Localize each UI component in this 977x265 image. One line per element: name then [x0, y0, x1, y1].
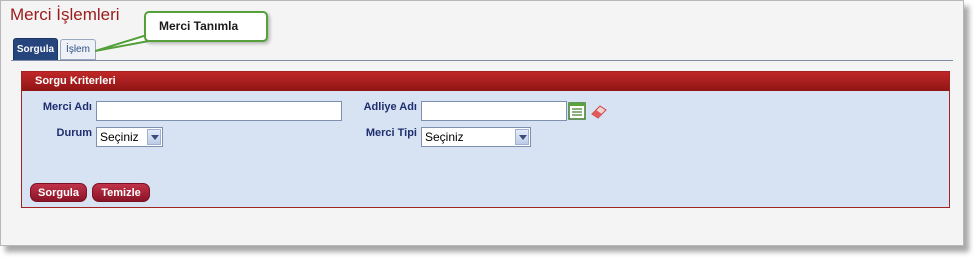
adliye-adi-input[interactable]: [421, 101, 567, 121]
merci-tipi-select[interactable]: Seçiniz: [421, 127, 531, 147]
merci-tipi-label: Merci Tipi: [365, 127, 417, 139]
merci-adi-label: Merci Adı: [42, 101, 92, 113]
list-icon[interactable]: [568, 101, 588, 121]
chevron-down-icon: [515, 129, 529, 145]
chevron-down-icon: [147, 129, 161, 145]
page-title: Merci İşlemleri: [10, 5, 120, 24]
search-button[interactable]: Sorgula: [30, 183, 87, 202]
tab-islem[interactable]: İşlem: [60, 39, 96, 60]
main-window: Merci İşlemleri Sorgula İşlem Merci Tanı…: [0, 0, 964, 246]
eraser-icon[interactable]: [589, 101, 609, 121]
merci-tipi-selected-value: Seçiniz: [425, 130, 464, 144]
tab-sorgula[interactable]: Sorgula: [13, 38, 58, 61]
merci-adi-input[interactable]: [96, 101, 342, 121]
durum-select[interactable]: Seçiniz: [96, 127, 163, 147]
callout-tooltip: Merci Tanımla: [144, 11, 268, 42]
durum-label: Durum: [56, 127, 92, 139]
search-criteria-panel: Sorgu Kriterleri Merci Adı Adliye Adı Du…: [21, 71, 950, 208]
durum-selected-value: Seçiniz: [100, 130, 139, 144]
tab-divider: [11, 60, 953, 61]
adliye-adi-label: Adliye Adı: [363, 101, 417, 113]
panel-header: Sorgu Kriterleri: [22, 72, 949, 91]
clear-button[interactable]: Temizle: [92, 183, 150, 202]
